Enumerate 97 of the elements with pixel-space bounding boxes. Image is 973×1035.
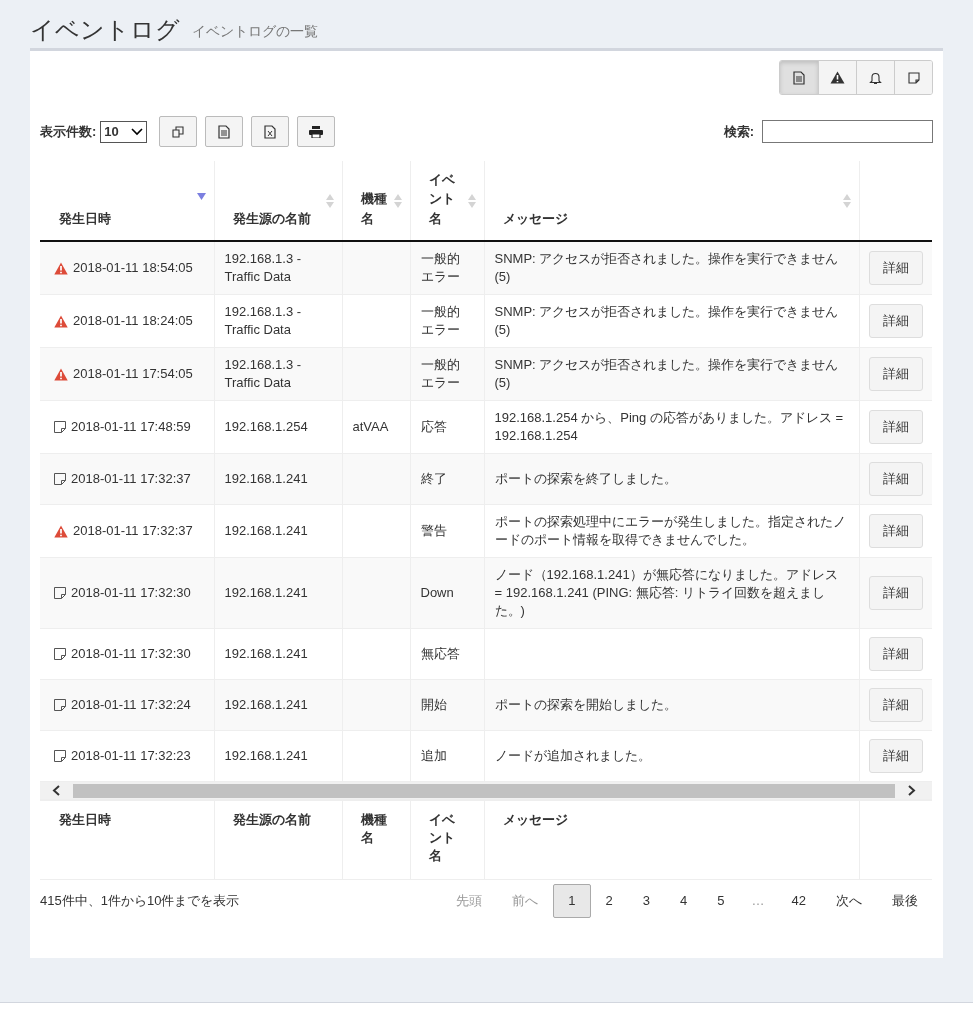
search-label: 検索:	[723, 122, 754, 141]
page-subtitle: イベントログの一覧	[192, 22, 318, 41]
table-cell: 2018-01-11 17:32:23	[71, 747, 191, 765]
column-footer: 機種名	[360, 811, 389, 847]
bell-filter-button[interactable]	[856, 61, 894, 94]
print-icon	[308, 125, 323, 138]
warning-icon	[830, 71, 845, 84]
table-cell-text: 無応答	[420, 645, 461, 663]
table-cell-text: 一般的エラー	[420, 356, 461, 392]
note-icon	[907, 71, 920, 84]
print-button[interactable]	[296, 116, 335, 147]
column-footer: 発生源の名前	[232, 811, 311, 829]
table-cell: SNMP: アクセスが拒否されました。操作を実行できません(5)	[494, 304, 839, 337]
detail-button[interactable]: 詳細	[868, 576, 923, 610]
table-cell: 192.168.1.241	[224, 523, 308, 538]
copy-button[interactable]	[158, 116, 197, 147]
detail-button[interactable]: 詳細	[868, 688, 923, 722]
note-filter-button[interactable]	[894, 61, 932, 94]
page-link[interactable]: 次へ	[821, 883, 877, 918]
column-footer: 発生日時	[59, 811, 111, 829]
table-cell: 192.168.1.254 から、Ping の応答がありました。アドレス = 192.168.1.254	[494, 410, 844, 443]
chevron-left-icon[interactable]	[52, 785, 61, 796]
page-link[interactable]: 4	[665, 883, 703, 918]
page-title: イベントログ	[30, 18, 180, 45]
column-footer: イベント名	[428, 811, 457, 865]
table-cell: atVAA	[352, 419, 389, 434]
pagination-ellipsis: …	[750, 891, 766, 910]
table-info: 415件中、1件から10件までを表示	[40, 891, 240, 910]
column-header[interactable]: イベント名	[428, 169, 457, 228]
detail-button[interactable]: 詳細	[868, 514, 923, 548]
column-header[interactable]: 発生源の名前	[232, 208, 311, 228]
table-cell: 2018-01-11 17:32:24	[71, 696, 191, 714]
table-cell: 192.168.1.3 - Traffic Data	[224, 357, 302, 390]
table-cell: 2018-01-11 17:48:59	[71, 418, 191, 436]
table-cell: 2018-01-11 18:54:05	[73, 259, 193, 277]
detail-button[interactable]: 詳細	[868, 410, 923, 444]
length-label: 表示件数:	[40, 122, 97, 141]
column-header[interactable]: メッセージ	[502, 208, 568, 228]
copy-icon	[171, 125, 184, 138]
detail-button[interactable]: 詳細	[868, 357, 923, 391]
spreadsheet-file-icon	[263, 124, 276, 139]
page-link[interactable]: 2	[590, 883, 628, 918]
table-cell: 192.168.1.241	[224, 585, 308, 600]
table-cell-text: 追加	[420, 747, 448, 765]
document-icon	[217, 124, 230, 139]
warning-filter-button[interactable]	[818, 61, 856, 94]
excel-button[interactable]	[250, 116, 289, 147]
csv-button[interactable]	[204, 116, 243, 147]
table-cell-text: 警告	[420, 522, 448, 540]
page-link[interactable]: 3	[627, 883, 666, 918]
page-link[interactable]: 最後	[877, 883, 933, 918]
table-cell: 2018-01-11 17:32:37	[73, 522, 193, 540]
table-cell-text: 一般的エラー	[420, 250, 461, 286]
length-select[interactable]: 10	[100, 120, 147, 143]
table-cell: 192.168.1.241	[224, 748, 308, 763]
table-cell: ノードが追加されました。	[494, 748, 651, 763]
detail-button[interactable]: 詳細	[868, 637, 923, 671]
detail-button[interactable]: 詳細	[868, 304, 923, 338]
detail-button[interactable]: 詳細	[868, 739, 923, 773]
table-cell: 2018-01-11 17:32:37	[71, 470, 191, 488]
table-cell: SNMP: アクセスが拒否されました。操作を実行できません(5)	[494, 251, 839, 284]
page-link[interactable]: 5	[702, 883, 740, 918]
table-cell: 192.168.1.3 - Traffic Data	[224, 251, 302, 284]
table-cell: ポートの探索を開始しました。	[494, 697, 677, 712]
table-cell: ノード（192.168.1.241）が無応答になりました。アドレス = 192.168.1.241 (PING: 無応答: リトライ回数を超えました。)	[494, 567, 838, 618]
table-cell: 192.168.1.241	[224, 697, 308, 712]
chevron-down-icon	[130, 127, 143, 136]
table-cell: 2018-01-11 17:54:05	[73, 365, 193, 383]
horizontal-scrollbar[interactable]	[40, 782, 932, 799]
page-link[interactable]: 1	[553, 883, 591, 918]
chevron-right-icon[interactable]	[907, 785, 916, 796]
document-icon	[793, 70, 805, 85]
table-cell: 192.168.1.241	[224, 471, 308, 486]
scrollbar-thumb[interactable]	[73, 783, 895, 798]
table-cell: SNMP: アクセスが拒否されました。操作を実行できません(5)	[494, 357, 839, 390]
table-cell: 2018-01-11 18:24:05	[73, 312, 193, 330]
table-cell: 2018-01-11 17:32:30	[71, 584, 191, 602]
table-cell: ポートの探索処理中にエラーが発生しました。指定されたノードのポート情報を取得できませんでした。	[494, 514, 846, 547]
search-field[interactable]	[762, 120, 933, 143]
table-cell: 192.168.1.254	[224, 419, 308, 434]
table-cell-text: 応答	[420, 418, 448, 436]
column-footer: メッセージ	[502, 811, 568, 829]
detail-button[interactable]: 詳細	[868, 462, 923, 496]
table-cell: 192.168.1.3 - Traffic Data	[224, 304, 302, 337]
table-cell: 2018-01-11 17:32:30	[71, 645, 191, 663]
table-cell: ポートの探索を終了しました。	[494, 471, 677, 486]
column-header[interactable]: 発生日時	[59, 208, 111, 228]
table-cell-text: 終了	[420, 470, 448, 488]
table-cell: 192.168.1.241	[224, 646, 308, 661]
table-cell-text: 開始	[420, 696, 448, 714]
table-cell-text: Down	[420, 584, 455, 602]
table-cell-text: 一般的エラー	[420, 303, 461, 339]
detail-button[interactable]: 詳細	[868, 251, 923, 285]
page-link[interactable]: 42	[776, 883, 821, 918]
sort-descending-icon[interactable]	[196, 193, 206, 200]
column-header[interactable]: 機種名	[360, 189, 389, 228]
bell-icon	[869, 70, 882, 85]
